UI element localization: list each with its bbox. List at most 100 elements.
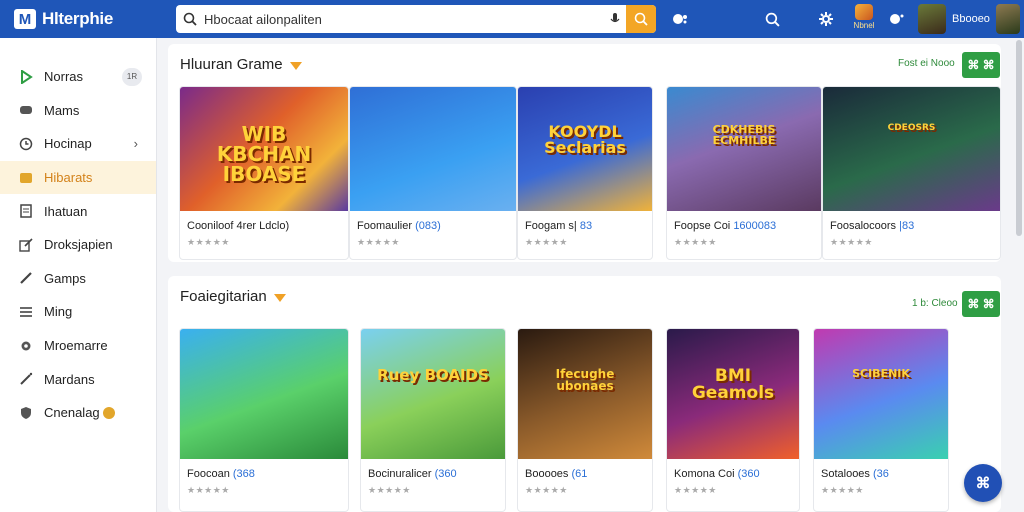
gear-icon[interactable] bbox=[816, 9, 836, 29]
sidebar-item-label: Ihatuan bbox=[44, 203, 88, 219]
game-card[interactable]: WIB KBCHAN IBOASE Cooniloof 4rer Ldclo) ★★… bbox=[179, 86, 349, 260]
rewards-icon bbox=[855, 4, 873, 20]
thumbnail-art-text: SCIBENIK bbox=[852, 367, 910, 380]
gamepad-icon bbox=[18, 102, 34, 118]
sidebar-item-mams[interactable]: Mams bbox=[0, 94, 156, 128]
mic-icon[interactable] bbox=[604, 13, 626, 25]
game-controller-icon[interactable] bbox=[671, 9, 691, 29]
ticket-icon bbox=[18, 170, 34, 186]
game-title[interactable]: Cooniloof 4rer Ldclo) bbox=[187, 220, 289, 232]
chevron-right-icon[interactable]: › bbox=[134, 136, 138, 151]
sidebar-item-label: Droksjapien bbox=[44, 237, 113, 253]
game-title-text: Bocinuralicer bbox=[368, 468, 435, 480]
sidebar-item-hibarats[interactable]: Hibarats bbox=[0, 160, 156, 195]
see-more-link[interactable]: 1 b: Cleoo bbox=[912, 298, 958, 309]
game-title[interactable]: Foomaulier (083) bbox=[357, 220, 441, 232]
chevron-down-icon[interactable] bbox=[289, 61, 302, 70]
game-card[interactable]: KOOYDL Seclarias Foogam s| 83 ★★★★★ bbox=[517, 86, 653, 260]
game-title[interactable]: Booooes (61 bbox=[525, 468, 587, 480]
sidebar-item-droksjapien[interactable]: Droksjapien bbox=[0, 228, 156, 262]
game-card[interactable]: Foocoan (368 ★★★★★ bbox=[179, 328, 349, 512]
game-tag: 83 bbox=[579, 220, 593, 232]
game-card[interactable]: Foomaulier (083) ★★★★★ bbox=[349, 86, 517, 260]
game-title[interactable]: Komona Coi (360 bbox=[674, 468, 760, 480]
scrollbar[interactable] bbox=[1016, 40, 1022, 236]
rating-stars: ★★★★★ bbox=[674, 237, 717, 247]
game-title[interactable]: Foocoan (368 bbox=[187, 468, 255, 480]
search-icon bbox=[634, 12, 648, 26]
rating-stars: ★★★★★ bbox=[525, 485, 568, 495]
floating-action-button[interactable]: ⌘ bbox=[964, 464, 1002, 502]
game-tag: (083) bbox=[415, 220, 441, 232]
coin-icon bbox=[102, 406, 115, 419]
rating-stars: ★★★★★ bbox=[357, 237, 400, 247]
rating-stars: ★★★★★ bbox=[830, 237, 873, 247]
search-input[interactable] bbox=[204, 11, 604, 27]
chevron-down-icon[interactable] bbox=[273, 293, 286, 302]
game-card[interactable]: Ifecughe ubonaes Booooes (61 ★★★★★ bbox=[517, 328, 653, 512]
clock-icon bbox=[18, 136, 34, 152]
section-title-text: Foaiegitarian bbox=[180, 288, 267, 305]
game-card[interactable]: Ruey BOAIDS Bocinuralicer (360 ★★★★★ bbox=[360, 328, 506, 512]
game-tag: 1600083 bbox=[733, 220, 777, 232]
game-thumbnail[interactable]: CDKHEBIS ECMHILBE bbox=[667, 87, 821, 211]
game-thumbnail[interactable]: Ifecughe ubonaes bbox=[518, 329, 652, 459]
game-card[interactable]: SCIBENIK Sotalooes (36 ★★★★★ bbox=[813, 328, 949, 512]
sidebar-item-norras[interactable]: Norras 1R bbox=[0, 60, 156, 94]
sidebar-count-badge: 1R bbox=[122, 67, 142, 86]
game-title-text: Foosalocoors bbox=[830, 220, 900, 232]
app-name: Hlterphie bbox=[42, 9, 113, 28]
search-icon bbox=[176, 12, 204, 26]
game-title[interactable]: Foogam s| 83 bbox=[525, 220, 592, 232]
section-title: Foaiegitarian bbox=[180, 288, 286, 305]
sidebar-item-gamps[interactable]: Gamps bbox=[0, 262, 156, 296]
game-title-text: Komona Coi bbox=[674, 468, 738, 480]
sidebar: Norras 1R Mams Hocinap › Hibarats Ihatuan Droks… bbox=[0, 38, 157, 512]
top-bar: M Hlterphie Nbnel Bbooeo bbox=[0, 0, 1024, 38]
sidebar-item-ihatuan[interactable]: Ihatuan bbox=[0, 194, 156, 228]
game-thumbnail[interactable]: WIB KBCHAN IBOASE bbox=[180, 87, 348, 211]
rating-stars: ★★★★★ bbox=[187, 485, 230, 495]
sidebar-item-ming[interactable]: Ming bbox=[0, 295, 156, 329]
game-tag: (360 bbox=[434, 468, 457, 480]
game-thumbnail[interactable]: Ruey BOAIDS bbox=[361, 329, 505, 459]
game-card[interactable]: CDKHEBIS ECMHILBE Foopse Coi 1600083 ★★★★★ bbox=[666, 86, 822, 260]
sidebar-item-label: Mroemarre bbox=[44, 338, 108, 354]
rating-stars: ★★★★★ bbox=[525, 237, 568, 247]
section-nav-button[interactable]: ⌘ ⌘ bbox=[962, 52, 1000, 78]
game-thumbnail[interactable]: BMI Geamols bbox=[667, 329, 799, 459]
play-icon bbox=[18, 69, 34, 85]
app-logo[interactable]: M Hlterphie bbox=[14, 9, 164, 29]
game-title[interactable]: Sotalooes (36 bbox=[821, 468, 889, 480]
gear-icon bbox=[18, 338, 34, 354]
game-thumbnail[interactable] bbox=[350, 87, 516, 211]
sidebar-item-hocinap[interactable]: Hocinap › bbox=[0, 127, 156, 161]
game-tag: (36 bbox=[872, 468, 889, 480]
sidebar-item-cnenalag[interactable]: Cnenalag bbox=[0, 396, 156, 430]
game-thumbnail[interactable] bbox=[180, 329, 348, 459]
notification-icon[interactable] bbox=[887, 9, 907, 29]
game-title-text: Booooes bbox=[525, 468, 572, 480]
rewards-label: Nbnel bbox=[853, 21, 875, 30]
game-title-text: Cooniloof 4rer Ldclo) bbox=[187, 220, 290, 232]
rewards-badge[interactable]: Nbnel bbox=[850, 4, 878, 34]
rating-stars: ★★★★★ bbox=[187, 237, 230, 247]
game-card[interactable]: BMI Geamols Komona Coi (360 ★★★★★ bbox=[666, 328, 800, 512]
game-title[interactable]: Foosalocoors |83 bbox=[830, 220, 914, 232]
sidebar-item-mardans[interactable]: Mardans bbox=[0, 362, 156, 396]
section-nav-button[interactable]: ⌘ ⌘ bbox=[962, 291, 1000, 317]
game-card[interactable]: CDEOSRS Foosalocoors |83 ★★★★★ bbox=[822, 86, 1001, 260]
game-title[interactable]: Bocinuralicer (360 bbox=[368, 468, 457, 480]
edit-icon bbox=[18, 237, 34, 253]
search-button[interactable] bbox=[626, 5, 656, 33]
game-thumbnail[interactable]: KOOYDL Seclarias bbox=[518, 87, 652, 211]
see-more-link[interactable]: Fost ei Nooo bbox=[898, 58, 955, 69]
game-thumbnail[interactable]: SCIBENIK bbox=[814, 329, 948, 459]
sidebar-item-label: Cnenalag bbox=[44, 405, 100, 421]
game-thumbnail[interactable]: CDEOSRS bbox=[823, 87, 1000, 211]
profile-menu[interactable]: Bbooeo bbox=[918, 4, 1020, 34]
search-icon[interactable] bbox=[762, 9, 782, 29]
sidebar-item-mroemarre[interactable]: Mroemarre bbox=[0, 329, 156, 363]
game-tag: (61 bbox=[571, 468, 588, 480]
game-title[interactable]: Foopse Coi 1600083 bbox=[674, 220, 776, 232]
